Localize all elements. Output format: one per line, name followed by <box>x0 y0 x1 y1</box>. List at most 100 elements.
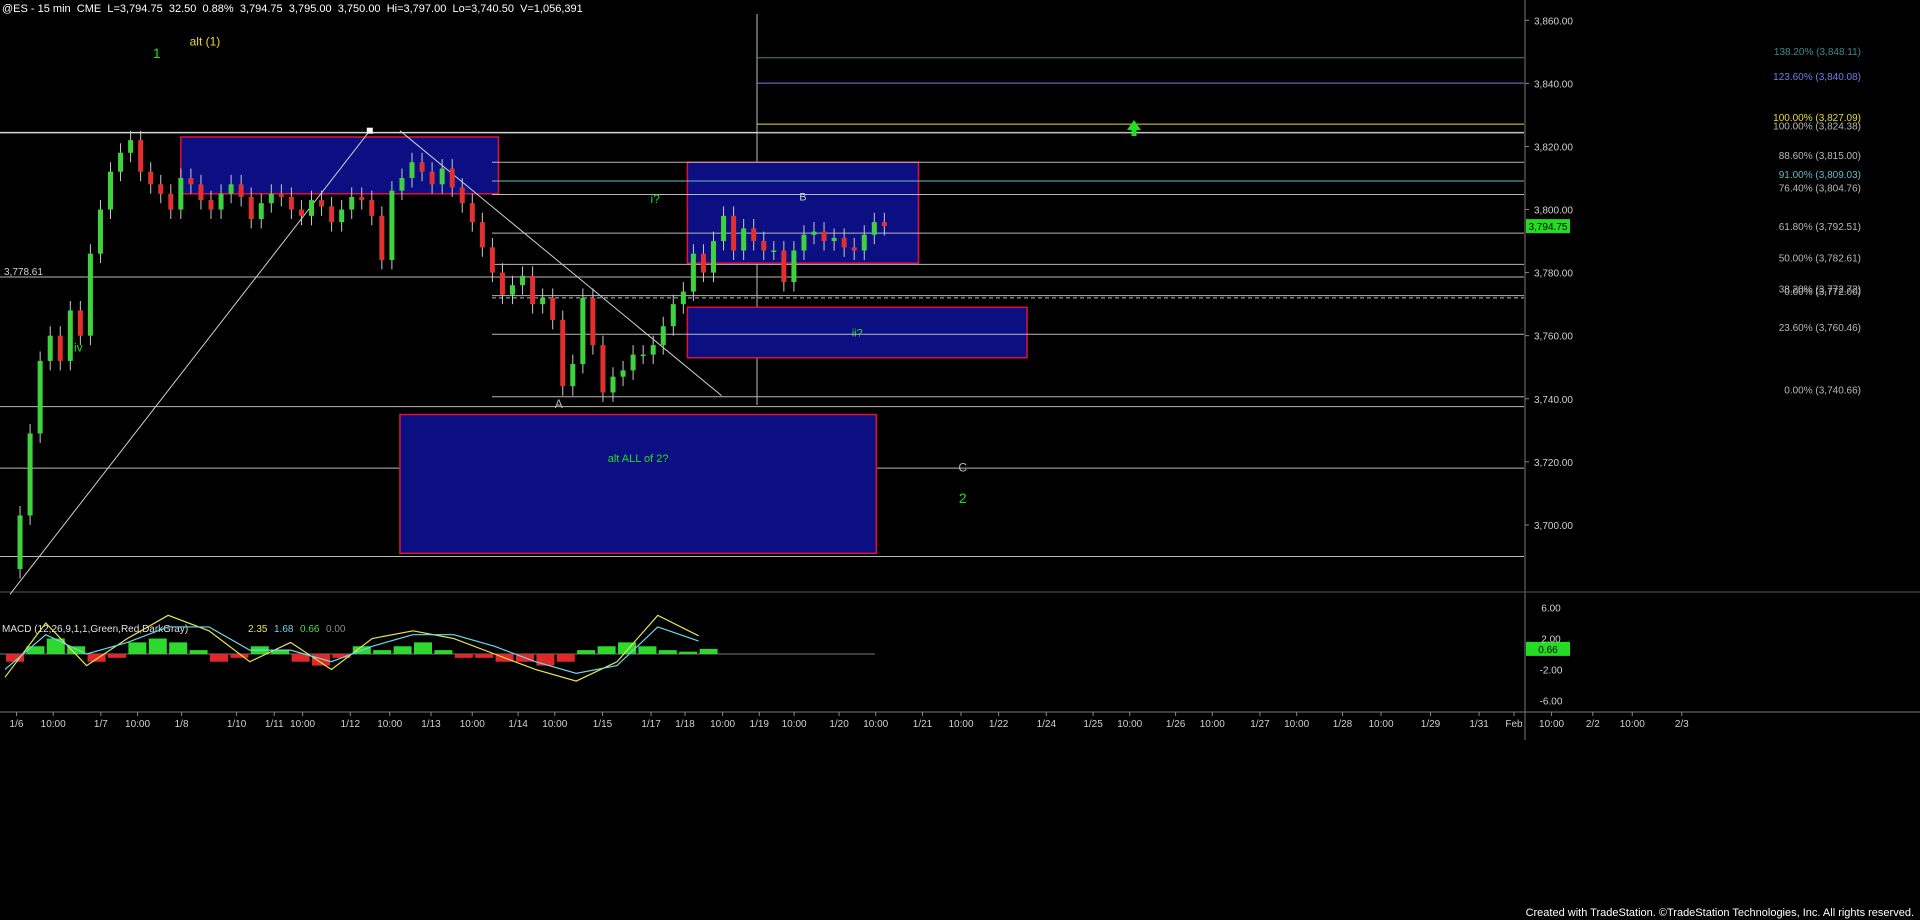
price-candle <box>851 247 857 251</box>
fib-level-label: 23.60% (3,760.46) <box>1779 323 1861 334</box>
macd-histogram-bar <box>618 642 636 654</box>
price-candle <box>138 140 144 172</box>
macd-histogram-bar <box>189 650 208 654</box>
header-low-mid: 3,750.00 <box>337 3 381 15</box>
price-candle <box>801 234 807 251</box>
price-candle <box>57 335 63 361</box>
price-candle <box>77 310 83 336</box>
price-candle <box>530 275 536 305</box>
price-candle <box>168 193 174 210</box>
fib-level-label: 100.00% (3,824.38) <box>1773 122 1861 133</box>
macd-histogram-bar <box>210 654 228 662</box>
price-candle <box>499 272 505 295</box>
x-tick-label: 10:00 <box>1200 719 1225 730</box>
header-symbol: @ES - 15 min <box>2 3 71 15</box>
left-price-label: 3,778.61 <box>4 267 43 278</box>
macd-histogram-bar <box>414 642 432 654</box>
header-exchange: CME <box>76 3 102 15</box>
x-tick-label: 10:00 <box>542 719 567 730</box>
macd-histogram-bar <box>393 646 412 654</box>
price-candle <box>389 190 395 260</box>
price-candle <box>781 250 787 283</box>
macd-histogram-bar <box>128 642 147 654</box>
x-tick-label: 10:00 <box>782 719 807 730</box>
macd-histogram-bar <box>108 654 126 658</box>
y-tick-label: 3,700.00 <box>1534 521 1573 532</box>
price-candle <box>37 360 43 434</box>
price-candle <box>841 237 847 248</box>
price-candle <box>298 209 304 216</box>
header-lo: Lo=3,740.50 <box>452 3 514 15</box>
macd-histogram-bar <box>475 654 494 658</box>
macd-histogram-bar <box>148 638 167 654</box>
x-tick-label: 1/21 <box>913 719 933 730</box>
price-candle <box>700 253 706 273</box>
fib-level-label: 138.20% (3,848.11) <box>1774 47 1861 58</box>
price-candle <box>17 515 23 570</box>
x-tick-label: 1/6 <box>10 719 24 730</box>
header-change: 32.50 <box>168 3 197 15</box>
fib-level-label: 91.00% (3,809.03) <box>1779 170 1861 181</box>
price-candle <box>268 193 274 204</box>
y-tick-label: 3,780.00 <box>1534 269 1573 280</box>
price-candle <box>771 250 777 253</box>
macd-histogram-bar <box>597 646 616 654</box>
price-candle <box>118 152 124 172</box>
price-candle <box>711 241 716 273</box>
target-zone <box>399 413 878 555</box>
price-candle <box>520 275 526 286</box>
x-tick-label: 10:00 <box>949 719 974 730</box>
x-tick-label: 10:00 <box>41 719 66 730</box>
price-candle <box>449 168 455 188</box>
fib-level-label: 88.60% (3,815.00) <box>1779 151 1861 162</box>
wave-label: iv <box>74 340 83 354</box>
x-tick-label: 1/24 <box>1037 719 1057 730</box>
price-candle <box>27 433 33 516</box>
price-candle <box>660 326 666 346</box>
last-price-label: 3,794.75 <box>1529 222 1568 233</box>
price-candle <box>610 376 616 393</box>
price-candle <box>419 162 425 172</box>
price-candle <box>108 171 113 210</box>
fib-level-label: 123.60% (3,840.08) <box>1773 72 1861 83</box>
price-candle <box>881 222 887 227</box>
x-tick-label: 10:00 <box>460 719 485 730</box>
price-candle <box>128 140 134 153</box>
fib-level-label: 61.80% (3,792.51) <box>1779 222 1861 233</box>
wave-label: A <box>555 397 563 411</box>
macd-histogram-bar <box>638 646 657 654</box>
wave-label: 1 <box>153 45 161 61</box>
price-candle <box>821 231 827 242</box>
macd-legend-value: 0.66 <box>300 624 320 635</box>
x-tick-label: 1/29 <box>1421 719 1441 730</box>
x-tick-label: 10:00 <box>1539 719 1564 730</box>
macd-legend-value: 2.35 <box>248 624 268 635</box>
credit-text: Created with TradeStation. ©TradeStation… <box>1525 907 1914 919</box>
price-candle <box>650 345 656 355</box>
macd-histogram-bar <box>699 648 718 654</box>
x-tick-label: 1/20 <box>829 719 849 730</box>
price-candle <box>47 335 53 361</box>
price-candle <box>690 253 696 292</box>
x-tick-label: 1/26 <box>1166 719 1186 730</box>
price-candle <box>630 354 636 371</box>
price-candle <box>479 222 485 248</box>
x-tick-label: 1/14 <box>508 719 528 730</box>
price-candle <box>489 247 495 273</box>
price-candle <box>791 250 797 283</box>
price-candle <box>198 184 204 201</box>
price-candle <box>510 285 515 295</box>
x-tick-label: 10:00 <box>1117 719 1142 730</box>
price-candle <box>258 203 264 219</box>
price-candle <box>339 209 345 223</box>
price-candle <box>761 241 767 251</box>
x-tick-label: 10:00 <box>125 719 150 730</box>
header-last: L=3,794.75 <box>107 3 163 15</box>
price-candle <box>640 354 646 357</box>
price-candle <box>288 196 294 210</box>
price-candle <box>721 215 727 242</box>
y-tick-label: 3,860.00 <box>1534 16 1573 27</box>
x-tick-label: 1/8 <box>175 719 189 730</box>
stock-chart[interactable]: Bii?alt ALL of 2? 138.20% (3,848.11)123.… <box>0 0 1920 920</box>
price-candle <box>218 193 224 210</box>
